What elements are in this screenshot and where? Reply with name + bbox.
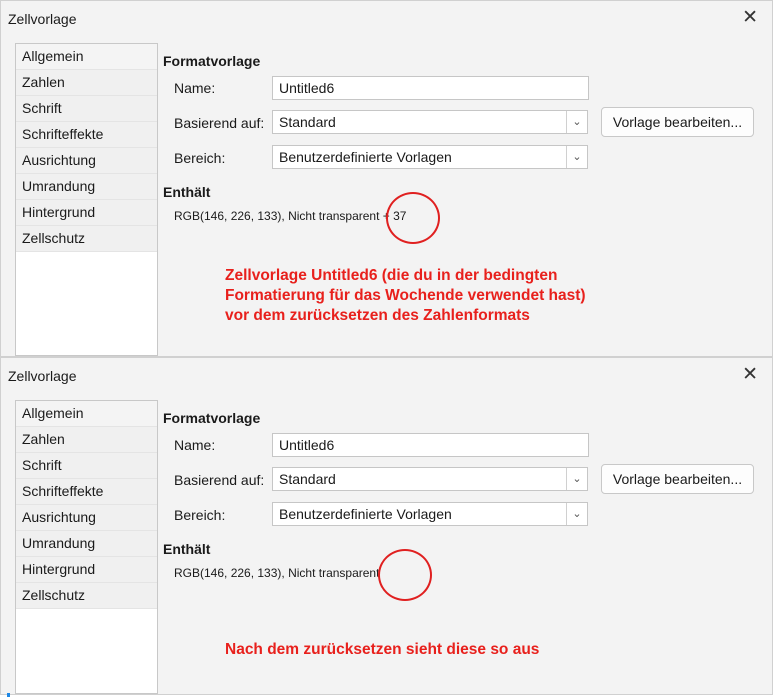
section-title-contains: Enthält <box>163 541 211 557</box>
sidebar-item-ausrichtung[interactable]: Ausrichtung <box>16 505 157 531</box>
category-value: Benutzerdefinierte Vorlagen <box>279 149 452 165</box>
sidebar-item-hintergrund[interactable]: Hintergrund <box>16 200 157 226</box>
category-select[interactable]: Benutzerdefinierte Vorlagen ⌄ <box>272 145 588 169</box>
content-panel: Formatvorlage Name: Untitled6 Basierend … <box>163 408 772 694</box>
edit-style-button[interactable]: Vorlage bearbeiten... <box>601 107 754 137</box>
cell-style-dialog-after: Zellvorlage ✕ Allgemein Zahlen Schrift S… <box>0 357 773 695</box>
chevron-down-icon[interactable]: ⌄ <box>566 146 587 168</box>
category-value: Benutzerdefinierte Vorlagen <box>279 506 452 522</box>
category-label: Bereich: <box>174 150 226 166</box>
title-bar: Zellvorlage ✕ <box>1 358 772 396</box>
sidebar-item-schrifteffekte[interactable]: Schrifteffekte <box>16 479 157 505</box>
dialog-title: Zellvorlage <box>8 368 77 384</box>
sidebar-item-schrift[interactable]: Schrift <box>16 453 157 479</box>
section-title-formatvorlage: Formatvorlage <box>163 53 261 69</box>
title-bar: Zellvorlage ✕ <box>1 1 772 39</box>
sidebar: Allgemein Zahlen Schrift Schrifteffekte … <box>15 400 158 694</box>
sidebar-item-hintergrund[interactable]: Hintergrund <box>16 557 157 583</box>
sidebar: Allgemein Zahlen Schrift Schrifteffekte … <box>15 43 158 356</box>
name-field[interactable]: Untitled6 <box>272 433 589 457</box>
corner-mark <box>7 693 10 697</box>
chevron-down-icon[interactable]: ⌄ <box>566 468 587 490</box>
chevron-down-icon[interactable]: ⌄ <box>566 503 587 525</box>
annotation-line-1: Zellvorlage Untitled6 (die du in der bed… <box>225 267 558 284</box>
highlight-circle <box>378 549 432 601</box>
chevron-down-icon[interactable]: ⌄ <box>566 111 587 133</box>
sidebar-item-zahlen[interactable]: Zahlen <box>16 70 157 96</box>
annotation-line-3: vor dem zurücksetzen des Zahlenformats <box>225 307 530 324</box>
sidebar-item-zahlen[interactable]: Zahlen <box>16 427 157 453</box>
sidebar-item-zellschutz[interactable]: Zellschutz <box>16 226 157 252</box>
contains-value: RGB(146, 226, 133), Nicht transparent <box>174 566 380 580</box>
based-on-value: Standard <box>279 471 336 487</box>
sidebar-item-schrifteffekte[interactable]: Schrifteffekte <box>16 122 157 148</box>
sidebar-item-umrandung[interactable]: Umrandung <box>16 174 157 200</box>
based-on-value: Standard <box>279 114 336 130</box>
sidebar-item-ausrichtung[interactable]: Ausrichtung <box>16 148 157 174</box>
dialog-title: Zellvorlage <box>8 11 77 27</box>
content-panel: Formatvorlage Name: Untitled6 Basierend … <box>163 51 772 356</box>
section-title-formatvorlage: Formatvorlage <box>163 410 261 426</box>
annotation-line-2: Formatierung für das Wochende verwendet … <box>225 287 586 304</box>
close-icon[interactable]: ✕ <box>742 8 758 28</box>
based-on-select[interactable]: Standard ⌄ <box>272 467 588 491</box>
section-title-contains: Enthält <box>163 184 211 200</box>
category-select[interactable]: Benutzerdefinierte Vorlagen ⌄ <box>272 502 588 526</box>
sidebar-item-allgemein[interactable]: Allgemein <box>16 401 157 427</box>
close-icon[interactable]: ✕ <box>742 365 758 385</box>
contains-value: RGB(146, 226, 133), Nicht transparent + … <box>174 209 407 223</box>
cell-style-dialog-before: Zellvorlage ✕ Allgemein Zahlen Schrift S… <box>0 0 773 357</box>
annotation-after: Nach dem zurücksetzen sieht diese so aus <box>225 641 540 658</box>
based-on-label: Basierend auf: <box>174 472 265 488</box>
sidebar-item-allgemein[interactable]: Allgemein <box>16 44 157 70</box>
edit-style-button[interactable]: Vorlage bearbeiten... <box>601 464 754 494</box>
name-field[interactable]: Untitled6 <box>272 76 589 100</box>
based-on-label: Basierend auf: <box>174 115 265 131</box>
highlight-circle <box>386 192 440 244</box>
category-label: Bereich: <box>174 507 226 523</box>
based-on-select[interactable]: Standard ⌄ <box>272 110 588 134</box>
sidebar-item-zellschutz[interactable]: Zellschutz <box>16 583 157 609</box>
sidebar-item-umrandung[interactable]: Umrandung <box>16 531 157 557</box>
sidebar-item-schrift[interactable]: Schrift <box>16 96 157 122</box>
name-label: Name: <box>174 437 216 453</box>
annotation-before: Zellvorlage Untitled6 (die du in der bed… <box>225 266 586 326</box>
name-label: Name: <box>174 80 216 96</box>
